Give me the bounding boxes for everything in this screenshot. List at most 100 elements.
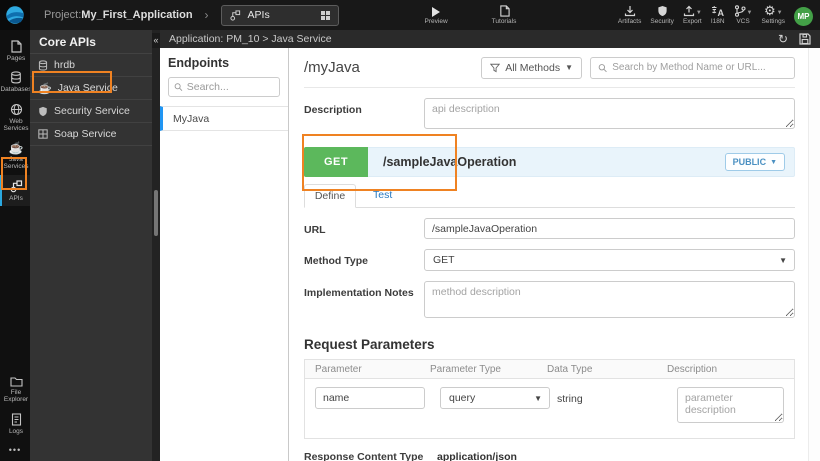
wavemaker-logo-icon[interactable]: [0, 0, 30, 30]
scrollbar-thumb[interactable]: [154, 190, 158, 236]
operation-block: GET /sampleJavaOperation PUBLIC ▼ Define…: [304, 147, 795, 208]
filter-funnel-icon: [490, 63, 501, 72]
panel-divider: «: [152, 30, 160, 461]
refresh-icon[interactable]: ↻: [778, 33, 788, 45]
folder-icon: [9, 377, 23, 387]
tutorials-icon: [499, 4, 510, 18]
soap-icon: [38, 129, 48, 139]
artifacts-icon: [624, 4, 636, 17]
vcs-button[interactable]: ▼ VCS: [734, 4, 753, 25]
i18n-button[interactable]: A I18N: [711, 4, 725, 25]
grid-icon[interactable]: [320, 10, 330, 20]
i18n-icon: A: [711, 4, 724, 17]
implementation-notes-label: Implementation Notes: [304, 287, 414, 299]
apis-tab-label: APIs: [247, 9, 270, 21]
sidebar-item-file-explorer[interactable]: File Explorer: [0, 371, 30, 408]
parameter-type-select[interactable]: query ▼: [440, 387, 550, 409]
request-parameters-table: Parameter Parameter Type Data Type Descr…: [304, 359, 795, 439]
more-options-button[interactable]: •••: [0, 439, 30, 461]
left-icon-rail: Pages Databases Web Services ☕ Java Serv…: [0, 30, 32, 461]
sidebar-item-pages[interactable]: Pages: [0, 35, 30, 66]
core-apis-title: Core APIs: [30, 30, 152, 54]
all-methods-filter-button[interactable]: All Methods ▼: [481, 56, 582, 79]
java-coffee-icon: ☕: [38, 82, 52, 95]
sidebar-item-logs[interactable]: Logs: [0, 408, 30, 439]
chevron-right-icon: ›: [204, 8, 209, 22]
column-header: Parameter: [315, 363, 362, 375]
description-label: Description: [304, 104, 362, 116]
core-apis-item-soap-service[interactable]: Soap Service: [30, 123, 152, 146]
sidebar-item-apis[interactable]: APIs: [0, 174, 30, 207]
java-coffee-icon: ☕: [8, 140, 24, 155]
apis-icon: [10, 180, 22, 193]
pages-icon: [11, 40, 22, 53]
parameter-name-input[interactable]: [315, 387, 425, 409]
tutorials-button[interactable]: Tutorials: [492, 4, 516, 25]
method-badge: GET: [304, 147, 368, 177]
caret-down-icon: ▼: [746, 10, 753, 17]
svg-text:A: A: [718, 8, 725, 17]
endpoints-title: Endpoints: [168, 56, 230, 70]
endpoint-item-myjava[interactable]: MyJava: [160, 106, 288, 131]
main-scrollbar[interactable]: [808, 48, 820, 461]
settings-button[interactable]: ⚙ ▼ Settings: [762, 4, 786, 25]
response-content-type-label: Response Content Type: [304, 451, 424, 461]
response-content-type-value: application/json: [437, 451, 517, 461]
search-icon: [598, 63, 607, 72]
caret-down-icon: ▼: [776, 10, 783, 17]
project-name[interactable]: Project:My_First_Application: [44, 9, 193, 21]
visibility-dropdown[interactable]: PUBLIC ▼: [724, 153, 785, 171]
sidebar-item-java-services[interactable]: ☕ Java Services: [0, 137, 30, 175]
core-apis-item-java-service[interactable]: ☕ Java Service: [30, 77, 152, 100]
artifacts-button[interactable]: Artifacts: [618, 4, 641, 25]
export-button[interactable]: ▼ Export: [683, 4, 702, 25]
url-input[interactable]: [424, 218, 795, 239]
column-header: Description: [667, 363, 718, 375]
method-search-input[interactable]: [612, 62, 787, 73]
vcs-branch-icon: [734, 5, 746, 17]
tab-define[interactable]: Define: [304, 184, 356, 208]
save-icon[interactable]: [799, 33, 811, 45]
gear-icon: ⚙: [763, 3, 776, 18]
method-search[interactable]: [590, 56, 795, 79]
column-header: Data Type: [547, 363, 593, 375]
search-icon: [174, 83, 183, 91]
logs-icon: [11, 412, 21, 426]
description-textarea[interactable]: [424, 98, 795, 129]
topbar-right-actions: Artifacts Security ▼ Export A I18N ▼ VCS…: [618, 4, 820, 26]
tab-test[interactable]: Test: [356, 189, 409, 207]
caret-down-icon: ▼: [534, 393, 542, 403]
api-tab-icon: [229, 9, 240, 21]
core-apis-panel: Core APIs hrdb ☕ Java Service Security S…: [30, 30, 152, 461]
core-apis-item-hrdb[interactable]: hrdb: [30, 54, 152, 77]
preview-button[interactable]: Preview: [425, 4, 448, 25]
top-bar: Project:My_First_Application › APIs Prev…: [0, 0, 820, 30]
main-panel: /myJava All Methods ▼ Search by Method N…: [289, 48, 808, 461]
operation-path: /sampleJavaOperation: [383, 155, 517, 169]
shield-icon: [657, 4, 668, 17]
collapse-panel-button[interactable]: «: [152, 33, 160, 48]
sidebar-item-databases[interactable]: Databases: [0, 66, 32, 97]
export-icon: [683, 5, 695, 17]
sidebar-item-web-services[interactable]: Web Services: [0, 98, 30, 137]
caret-down-icon: ▼: [565, 63, 573, 72]
method-type-label: Method Type: [304, 255, 368, 267]
breadcrumb-bar: Application: PM_10 > Java Service ↻: [160, 30, 820, 48]
apis-tab[interactable]: APIs: [220, 4, 339, 26]
data-type-value: string: [557, 393, 583, 405]
security-button[interactable]: Security: [650, 4, 674, 25]
parameter-description-textarea[interactable]: [677, 387, 784, 423]
table-row: query ▼ string: [305, 379, 794, 438]
app-window: Project:My_First_Application › APIs Prev…: [0, 0, 820, 461]
core-apis-item-security-service[interactable]: Security Service: [30, 100, 152, 123]
url-label: URL: [304, 224, 326, 236]
endpoints-search-input[interactable]: [186, 81, 274, 93]
play-icon: [432, 4, 441, 18]
method-type-select[interactable]: GET ▼: [424, 249, 795, 271]
operation-header[interactable]: GET /sampleJavaOperation PUBLIC ▼: [304, 147, 795, 177]
endpoints-search[interactable]: [168, 77, 280, 97]
shield-icon: [39, 106, 47, 116]
implementation-notes-textarea[interactable]: [424, 281, 795, 318]
request-parameters-title: Request Parameters: [304, 337, 435, 352]
user-avatar[interactable]: MP: [794, 7, 813, 26]
